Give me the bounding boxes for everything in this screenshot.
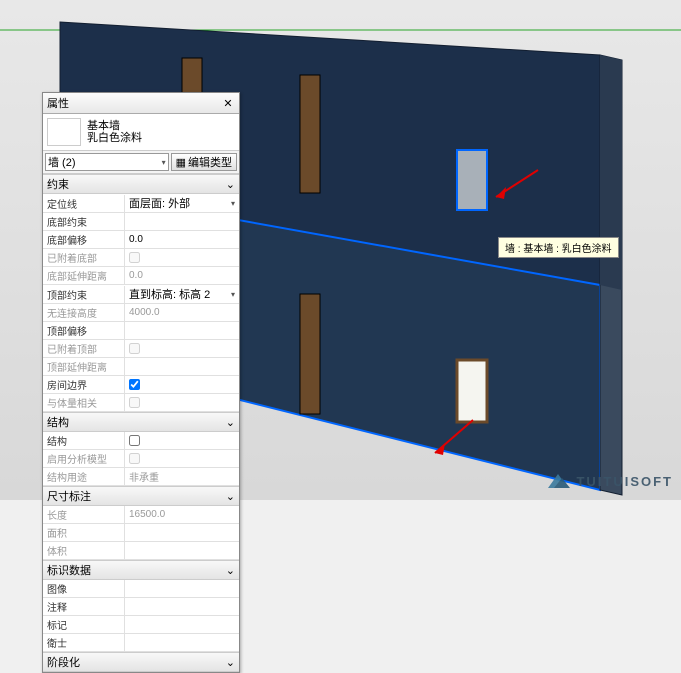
chevron-down-icon: ▾ [231, 290, 235, 299]
group-label: 阶段化 [47, 654, 80, 670]
group-label: 尺寸标注 [47, 488, 91, 504]
chevron-down-icon: ▾ [231, 199, 235, 208]
type-text: 基本墙 乳白色涂料 [87, 118, 142, 146]
group-header-identity[interactable]: 标识数据 ⌄ [43, 560, 239, 580]
checkbox[interactable] [129, 379, 140, 390]
prop-analytical: 启用分析模型 [43, 450, 239, 468]
chevron-down-icon: ▾ [162, 158, 166, 167]
type-thumbnail [47, 118, 81, 146]
prop-mass-related: 与体量相关 [43, 394, 239, 412]
close-icon[interactable]: ✕ [221, 96, 235, 110]
watermark: TUITUISOFT [544, 470, 673, 492]
filter-value: 墙 (2) [48, 154, 76, 170]
edit-type-icon: ▦ [176, 156, 186, 169]
checkbox [129, 397, 140, 408]
prop-image[interactable]: 图像 [43, 580, 239, 598]
watermark-icon [544, 470, 572, 492]
edit-type-button[interactable]: ▦ 编辑类型 [171, 153, 237, 171]
prop-room-bounding[interactable]: 房间边界 [43, 376, 239, 394]
expand-icon: ⌄ [226, 178, 235, 191]
type-selector[interactable]: 基本墙 乳白色涂料 [43, 114, 239, 151]
prop-volume: 体积 [43, 542, 239, 560]
prop-structural-usage: 结构用途 非承重 [43, 468, 239, 486]
expand-icon: ⌄ [226, 490, 235, 503]
group-header-structure[interactable]: 结构 ⌄ [43, 412, 239, 432]
prop-length: 长度 16500.0 [43, 506, 239, 524]
prop-top-offset[interactable]: 顶部偏移 [43, 322, 239, 340]
prop-fireproof[interactable]: 衛士 [43, 634, 239, 652]
prop-comments[interactable]: 注释 [43, 598, 239, 616]
watermark-text: TUITUISOFT [576, 474, 673, 489]
panel-titlebar[interactable]: 属性 ✕ [43, 93, 239, 114]
prop-top-constraint[interactable]: 顶部约束 直到标高: 标高 2▾ [43, 285, 239, 304]
group-label: 结构 [47, 414, 69, 430]
group-header-phasing[interactable]: 阶段化 ⌄ [43, 652, 239, 672]
properties-panel: 属性 ✕ 基本墙 乳白色涂料 墙 (2) ▾ ▦ 编辑类型 约束 ⌄ 定位线 面… [42, 92, 240, 673]
group-label: 标识数据 [47, 562, 91, 578]
prop-location-line[interactable]: 定位线 面层面: 外部▾ [43, 194, 239, 213]
panel-title-text: 属性 [47, 95, 69, 111]
expand-icon: ⌄ [226, 656, 235, 669]
prop-top-attached: 已附着顶部 [43, 340, 239, 358]
category-filter-dropdown[interactable]: 墙 (2) ▾ [45, 153, 169, 171]
prop-unconnected-height: 无连接高度 4000.0 [43, 304, 239, 322]
group-label: 约束 [47, 176, 69, 192]
prop-structural[interactable]: 结构 [43, 432, 239, 450]
prop-top-ext-dist: 顶部延伸距离 [43, 358, 239, 376]
expand-icon: ⌄ [226, 564, 235, 577]
expand-icon: ⌄ [226, 416, 235, 429]
group-header-constraint[interactable]: 约束 ⌄ [43, 174, 239, 194]
prop-area: 面积 [43, 524, 239, 542]
hover-tooltip: 墙 : 基本墙 : 乳白色涂料 [498, 237, 619, 258]
edit-type-label: 编辑类型 [188, 154, 232, 170]
checkbox [129, 343, 140, 354]
prop-base-attached: 已附着底部 [43, 249, 239, 267]
group-header-dimensions[interactable]: 尺寸标注 ⌄ [43, 486, 239, 506]
prop-base-offset[interactable]: 底部偏移 0.0 [43, 231, 239, 249]
checkbox[interactable] [129, 435, 140, 446]
checkbox [129, 252, 140, 263]
checkbox [129, 453, 140, 464]
prop-mark[interactable]: 标记 [43, 616, 239, 634]
type-family-label: 基本墙 [87, 120, 142, 132]
prop-base-ext-dist: 底部延伸距离 0.0 [43, 267, 239, 285]
type-name-label: 乳白色涂料 [87, 132, 142, 144]
prop-base-constraint[interactable]: 底部约束 [43, 213, 239, 231]
